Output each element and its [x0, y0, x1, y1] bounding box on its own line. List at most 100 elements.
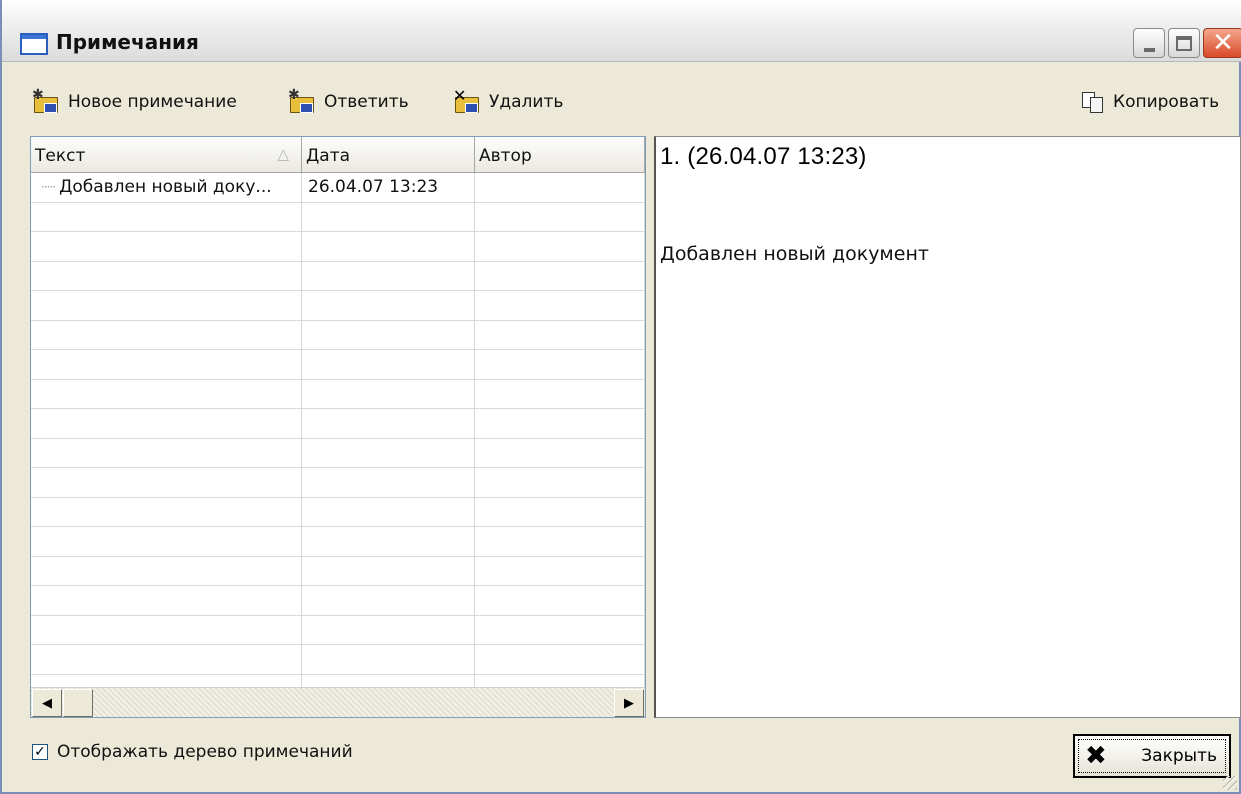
copy-icon	[1081, 90, 1105, 114]
new-note-button[interactable]: ✱ Новое примечание	[32, 86, 237, 118]
note-body: Добавлен новый документ	[660, 243, 929, 265]
empty-row	[31, 645, 645, 675]
empty-row	[31, 497, 645, 527]
empty-row	[31, 468, 645, 498]
empty-cell	[475, 438, 645, 467]
window-icon	[20, 33, 48, 55]
note-preview[interactable]: 1. (26.04.07 13:23) Добавлен новый докум…	[654, 136, 1241, 718]
empty-cell	[302, 379, 475, 408]
empty-cell	[302, 409, 475, 438]
close-button-label: Закрыть	[1141, 746, 1217, 766]
empty-cell	[302, 527, 475, 556]
close-window-button[interactable]: ✕	[1203, 28, 1241, 58]
empty-cell	[31, 497, 302, 526]
show-tree-label: Отображать дерево примечаний	[57, 742, 353, 762]
empty-cell	[302, 497, 475, 526]
arrow-left-icon: ◀	[42, 695, 52, 710]
empty-cell	[31, 615, 302, 644]
empty-cell	[475, 202, 645, 231]
column-header-author[interactable]: Автор	[475, 137, 645, 173]
column-header-text[interactable]: Текст △	[31, 137, 302, 173]
maximize-button[interactable]	[1168, 28, 1200, 58]
reply-label: Ответить	[324, 92, 409, 112]
empty-cell	[31, 379, 302, 408]
delete-label: Удалить	[489, 92, 564, 112]
empty-cell	[475, 497, 645, 526]
tree-line-icon: ·····	[41, 180, 56, 194]
arrow-right-icon: ▶	[624, 695, 634, 710]
checkmark-icon: ✓	[34, 744, 46, 760]
empty-cell	[302, 202, 475, 231]
empty-cell	[302, 320, 475, 349]
empty-cell	[475, 232, 645, 261]
show-tree-checkbox[interactable]: ✓	[32, 744, 48, 760]
reply-button[interactable]: ✱ Ответить	[288, 86, 409, 118]
horizontal-scrollbar[interactable]: ◀ ▶	[31, 687, 645, 717]
empty-cell	[31, 320, 302, 349]
empty-cell	[475, 350, 645, 379]
empty-cell	[475, 615, 645, 644]
empty-cell	[302, 615, 475, 644]
cell-date: 26.04.07 13:23	[302, 173, 475, 202]
minimize-icon	[1143, 48, 1155, 52]
reply-icon: ✱	[288, 87, 316, 115]
empty-cell	[31, 409, 302, 438]
show-tree-option[interactable]: ✓ Отображать дерево примечаний	[32, 742, 353, 762]
empty-cell	[302, 350, 475, 379]
empty-row	[31, 350, 645, 380]
empty-cell	[302, 232, 475, 261]
sort-ascending-icon: △	[277, 145, 289, 163]
delete-button[interactable]: ✕ Удалить	[453, 86, 563, 118]
empty-cell	[475, 320, 645, 349]
empty-cell	[31, 291, 302, 320]
empty-cell	[302, 261, 475, 290]
empty-row	[31, 379, 645, 409]
cell-text: ····· Добавлен новый доку...	[31, 173, 302, 202]
empty-row	[31, 556, 645, 586]
column-header-date[interactable]: Дата	[302, 137, 475, 173]
notes-list[interactable]: Текст △ Дата Автор ····· Добавлен новый д…	[30, 136, 646, 718]
empty-row	[31, 202, 645, 232]
scroll-left-button[interactable]: ◀	[32, 689, 62, 717]
cell-author	[475, 173, 645, 202]
empty-cell	[302, 645, 475, 674]
empty-cell	[31, 468, 302, 497]
empty-row	[31, 409, 645, 439]
empty-row	[31, 586, 645, 616]
empty-cell	[475, 468, 645, 497]
copy-button[interactable]: Копировать	[1081, 86, 1219, 118]
empty-row	[31, 261, 645, 291]
empty-cell	[475, 556, 645, 585]
copy-label: Копировать	[1113, 92, 1220, 112]
empty-cell	[475, 261, 645, 290]
empty-cell	[31, 350, 302, 379]
toolbar: ✱ Новое примечание ✱ Ответить ✕ Удалить …	[2, 84, 1241, 122]
empty-cell	[31, 645, 302, 674]
empty-cell	[475, 291, 645, 320]
list-header: Текст △ Дата Автор	[31, 137, 645, 173]
minimize-button[interactable]	[1133, 28, 1165, 58]
empty-cell	[475, 645, 645, 674]
empty-cell	[475, 379, 645, 408]
empty-cell	[475, 586, 645, 615]
empty-cell	[302, 438, 475, 467]
new-note-icon: ✱	[32, 87, 60, 115]
resize-grip[interactable]	[1223, 776, 1237, 790]
empty-cell	[302, 291, 475, 320]
title-bar[interactable]: Примечания ✕	[2, 0, 1241, 62]
empty-row	[31, 320, 645, 350]
empty-cell	[31, 556, 302, 585]
empty-cell	[31, 202, 302, 231]
empty-cell	[302, 556, 475, 585]
empty-row	[31, 291, 645, 321]
scroll-right-button[interactable]: ▶	[614, 689, 644, 717]
empty-row	[31, 438, 645, 468]
empty-cell	[475, 409, 645, 438]
table-row[interactable]: ····· Добавлен новый доку... 26.04.07 13:…	[31, 173, 645, 203]
empty-cell	[31, 261, 302, 290]
close-button[interactable]: ✖ Закрыть	[1073, 734, 1231, 778]
delete-icon: ✕	[453, 86, 481, 115]
scroll-thumb[interactable]	[63, 689, 93, 717]
close-x-icon: ✖	[1085, 741, 1107, 771]
empty-row	[31, 615, 645, 645]
